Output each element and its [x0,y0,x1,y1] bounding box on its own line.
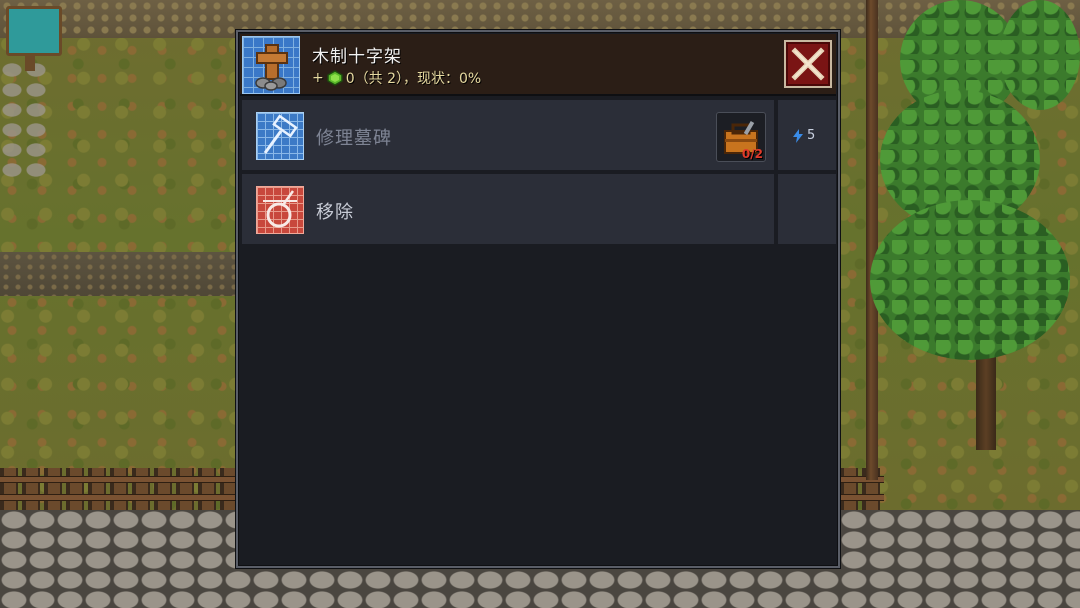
subtitle-plus: + [312,70,324,86]
fence-post [866,0,878,480]
energy-cost-cell [778,174,836,246]
wrecking-ball-icon [256,186,304,234]
wooden-fence-left [0,468,236,512]
action-label: 修理墓碑 [316,128,392,149]
rock-pile [0,60,50,180]
object-action-panel: 木制十字架 + 0（共 2），现状：0% 修理墓碑 0/2 5 移除 [236,30,840,568]
dirt-path-left [0,252,240,296]
status-text: 0（共 2），现状：0% [345,71,482,87]
tree-foliage [1000,0,1080,110]
resource-count: 0/2 [741,147,763,161]
lightning-icon [793,128,803,143]
object-title: 木制十字架 [312,47,402,67]
action-row-repair[interactable]: 修理墓碑 0/2 [242,100,774,172]
tree-foliage [870,200,1070,360]
close-x-icon [791,47,825,81]
required-resource-slot[interactable]: 0/2 [716,112,766,162]
close-button[interactable] [784,40,832,88]
wooden-cross-blueprint-icon [242,36,300,94]
energy-cost-cell: 5 [778,100,836,172]
green-gem-icon [326,70,343,86]
energy-cost: 5 [807,128,816,143]
signboard [6,6,62,71]
object-status: + 0（共 2），现状：0% [312,68,481,88]
panel-header: 木制十字架 + 0（共 2），现状：0% [240,34,836,96]
action-label: 移除 [316,202,354,223]
action-row-remove[interactable]: 移除 [242,174,774,246]
hammer-blueprint-icon [256,112,304,160]
